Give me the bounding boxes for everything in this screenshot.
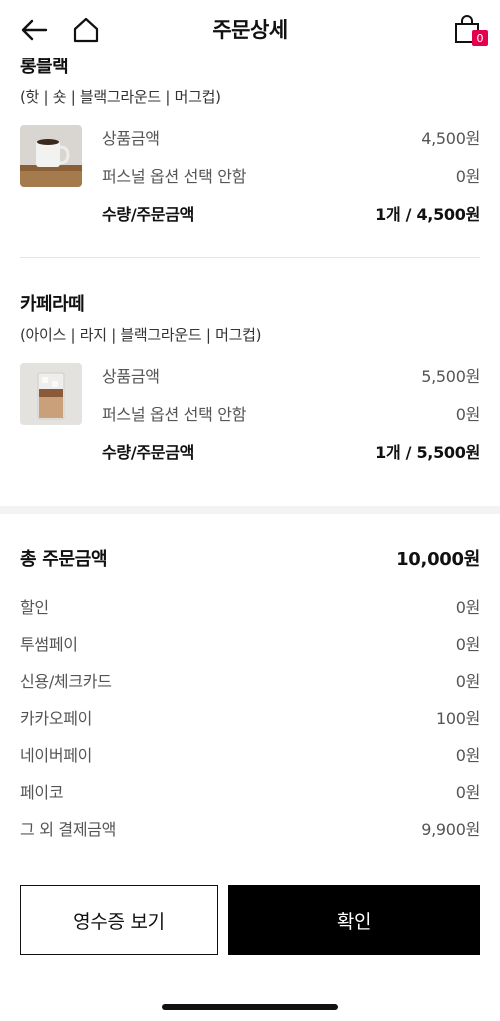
- order-item-details: 상품금액 5,500원 퍼스널 옵션 선택 안함 0원 수량/주문금액 1개 /…: [20, 363, 480, 483]
- order-item-details: 상품금액 4,500원 퍼스널 옵션 선택 안함 0원 수량/주문금액 1개 /…: [20, 125, 480, 245]
- order-item-cafe-latte: 카페라떼 (아이스 | 라지 | 블랙그라운드 | 머그컵): [20, 290, 480, 345]
- price-row: 상품금액 5,500원: [102, 363, 480, 387]
- item-name: 카페라떼: [20, 294, 85, 315]
- personal-option-label: 퍼스널 옵션 선택 안함: [102, 167, 247, 186]
- other-payment-row: 그 외 결제금액 9,900원: [20, 816, 480, 840]
- summary-label: 할인: [20, 598, 49, 617]
- quantity-label: 수량/주문금액: [102, 443, 195, 462]
- summary-value: 0원: [455, 598, 481, 617]
- personal-option-label: 퍼스널 옵션 선택 안함: [102, 405, 247, 424]
- product-image-cafe-latte: [20, 363, 82, 425]
- cart-count-badge: 0: [472, 30, 488, 46]
- summary-value: 0원: [455, 672, 481, 691]
- quantity-row: 수량/주문금액 1개 / 5,500원: [102, 439, 480, 463]
- quantity-value: 1개 / 5,500원: [375, 443, 480, 462]
- confirm-button[interactable]: 확인: [228, 885, 480, 955]
- cart-button[interactable]: 0: [450, 12, 488, 48]
- app-header: 주문상세 0: [0, 0, 500, 58]
- personal-option-value: 0원: [455, 405, 481, 424]
- order-item-long-black: 롱블랙 (핫 | 숏 | 블랙그라운드 | 머그컵): [20, 52, 480, 107]
- quantity-row: 수량/주문금액 1개 / 4,500원: [102, 201, 480, 225]
- summary-label: 네이버페이: [20, 746, 93, 765]
- page-title: 주문상세: [212, 18, 288, 42]
- personal-option-row: 퍼스널 옵션 선택 안함 0원: [102, 163, 480, 187]
- discount-row: 할인 0원: [20, 594, 480, 618]
- summary-label: 페이코: [20, 783, 64, 802]
- card-payment-row: 신용/체크카드 0원: [20, 668, 480, 692]
- payco-row: 페이코 0원: [20, 779, 480, 803]
- summary-value: 0원: [455, 635, 481, 654]
- home-indicator-bar[interactable]: [162, 1004, 338, 1010]
- summary-label: 신용/체크카드: [20, 672, 112, 691]
- summary-label: 투썸페이: [20, 635, 78, 654]
- kakao-pay-row: 카카오페이 100원: [20, 705, 480, 729]
- naver-pay-row: 네이버페이 0원: [20, 742, 480, 766]
- price-value: 4,500원: [421, 129, 480, 148]
- price-row: 상품금액 4,500원: [102, 125, 480, 149]
- quantity-value: 1개 / 4,500원: [375, 205, 480, 224]
- item-options: (핫 | 숏 | 블랙그라운드 | 머그컵): [20, 88, 221, 106]
- product-image-long-black: [20, 125, 82, 187]
- summary-value: 0원: [455, 746, 481, 765]
- price-label: 상품금액: [102, 129, 160, 148]
- summary-value: 100원: [435, 709, 480, 728]
- total-order-amount-row: 총 주문금액 10,000원: [20, 545, 480, 571]
- quantity-label: 수량/주문금액: [102, 205, 195, 224]
- price-label: 상품금액: [102, 367, 160, 386]
- total-label: 총 주문금액: [20, 549, 108, 570]
- twosome-pay-row: 투썸페이 0원: [20, 631, 480, 655]
- price-value: 5,500원: [421, 367, 480, 386]
- item-divider: [20, 257, 480, 258]
- view-receipt-button[interactable]: 영수증 보기: [20, 885, 218, 955]
- personal-option-value: 0원: [455, 167, 481, 186]
- summary-value: 9,900원: [421, 820, 480, 839]
- item-options: (아이스 | 라지 | 블랙그라운드 | 머그컵): [20, 326, 262, 344]
- summary-label: 그 외 결제금액: [20, 820, 117, 839]
- personal-option-row: 퍼스널 옵션 선택 안함 0원: [102, 401, 480, 425]
- summary-label: 카카오페이: [20, 709, 93, 728]
- total-value: 10,000원: [396, 549, 480, 570]
- summary-value: 0원: [455, 783, 481, 802]
- section-separator: [0, 506, 500, 514]
